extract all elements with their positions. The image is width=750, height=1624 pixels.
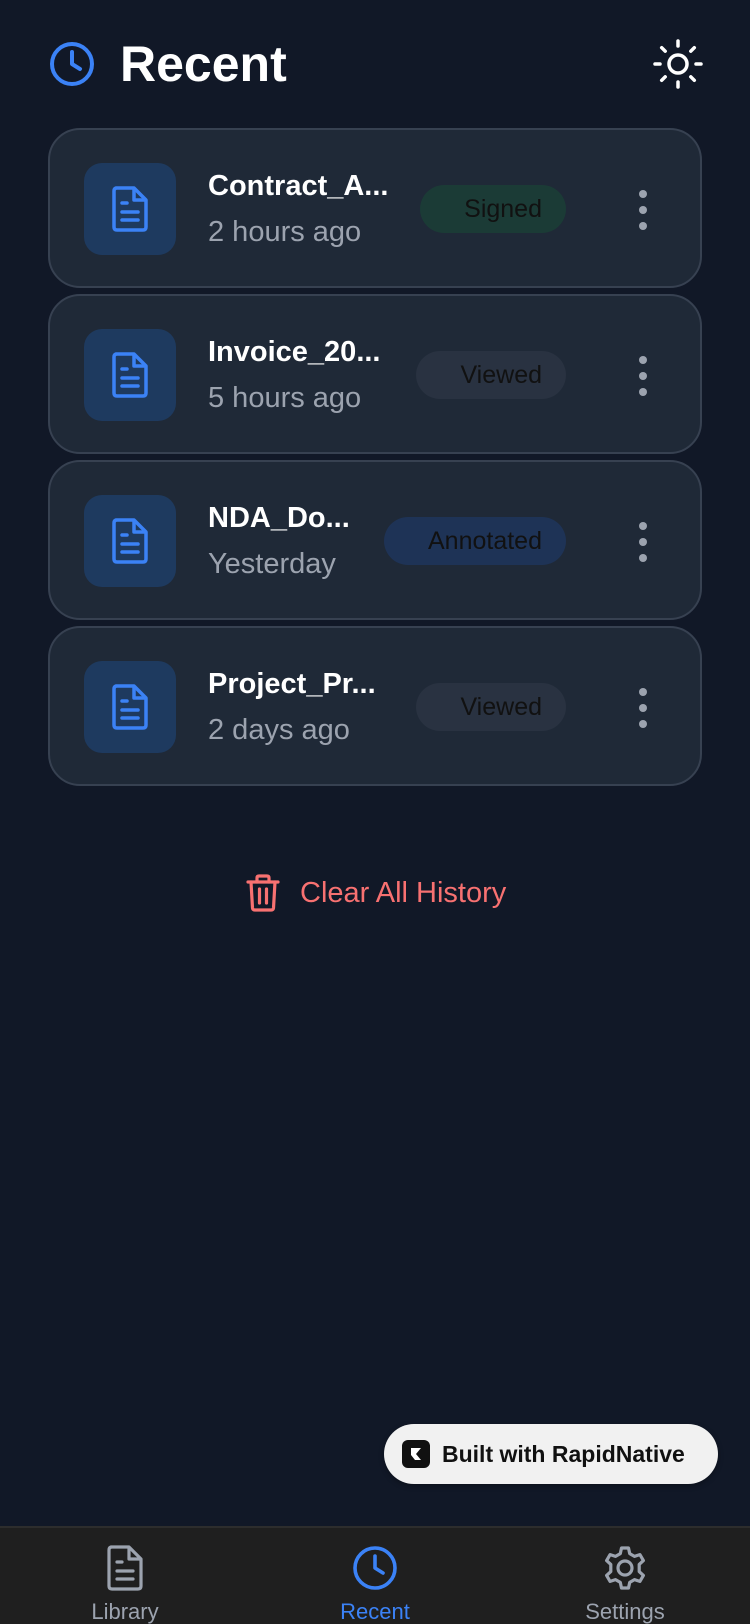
theme-toggle-sun-icon[interactable] xyxy=(652,38,704,90)
recent-screen: Recent Contract_A... 2 hours ago Signed … xyxy=(0,0,750,1624)
more-options-icon[interactable] xyxy=(630,686,656,730)
document-icon xyxy=(112,518,148,564)
trash-icon xyxy=(246,874,280,912)
document-card[interactable]: NDA_Do... Yesterday Annotated xyxy=(48,460,702,620)
more-options-icon[interactable] xyxy=(630,354,656,398)
nav-tab-recent[interactable]: Recent xyxy=(250,1528,500,1624)
document-card[interactable]: Contract_A... 2 hours ago Signed xyxy=(48,128,702,288)
document-time: 5 hours ago xyxy=(208,382,362,414)
status-badge: Annotated xyxy=(384,517,566,565)
bottom-nav: Library Recent Settings xyxy=(0,1526,750,1624)
document-card[interactable]: Invoice_20... 5 hours ago Viewed xyxy=(48,294,702,454)
built-with-label: Built with RapidNative xyxy=(442,1440,685,1467)
document-tile xyxy=(84,329,176,421)
status-badge: Signed xyxy=(420,185,566,233)
page-title: Recent xyxy=(120,36,287,92)
document-name: Contract_A... xyxy=(208,170,389,202)
document-icon xyxy=(112,186,148,232)
clock-icon xyxy=(353,1546,397,1590)
clear-history-label: Clear All History xyxy=(300,877,507,909)
document-name: Project_Pr... xyxy=(208,668,376,700)
clear-history-button[interactable]: Clear All History xyxy=(246,872,506,914)
document-time: Yesterday xyxy=(208,548,336,580)
more-options-icon[interactable] xyxy=(630,188,656,232)
nav-label-recent: Recent xyxy=(340,1599,410,1624)
document-icon xyxy=(112,352,148,398)
built-with-badge[interactable]: Built with RapidNative xyxy=(384,1424,718,1484)
status-badge: Viewed xyxy=(416,351,566,399)
more-options-icon[interactable] xyxy=(630,520,656,564)
document-card[interactable]: Project_Pr... 2 days ago Viewed xyxy=(48,626,702,786)
nav-tab-settings[interactable]: Settings xyxy=(500,1528,750,1624)
document-time: 2 days ago xyxy=(208,714,350,746)
clock-icon xyxy=(50,42,94,86)
document-tile xyxy=(84,661,176,753)
gear-icon xyxy=(605,1546,645,1590)
nav-tab-library[interactable]: Library xyxy=(0,1528,250,1624)
document-tile xyxy=(84,163,176,255)
document-name: Invoice_20... xyxy=(208,336,381,368)
status-badge: Viewed xyxy=(416,683,566,731)
rapidnative-logo-icon xyxy=(402,1440,430,1468)
nav-label-settings: Settings xyxy=(585,1599,665,1624)
document-icon xyxy=(107,1545,143,1591)
nav-label-library: Library xyxy=(91,1599,159,1624)
document-name: NDA_Do... xyxy=(208,502,350,534)
header: Recent xyxy=(0,0,750,130)
document-tile xyxy=(84,495,176,587)
document-icon xyxy=(112,684,148,730)
document-time: 2 hours ago xyxy=(208,216,362,248)
